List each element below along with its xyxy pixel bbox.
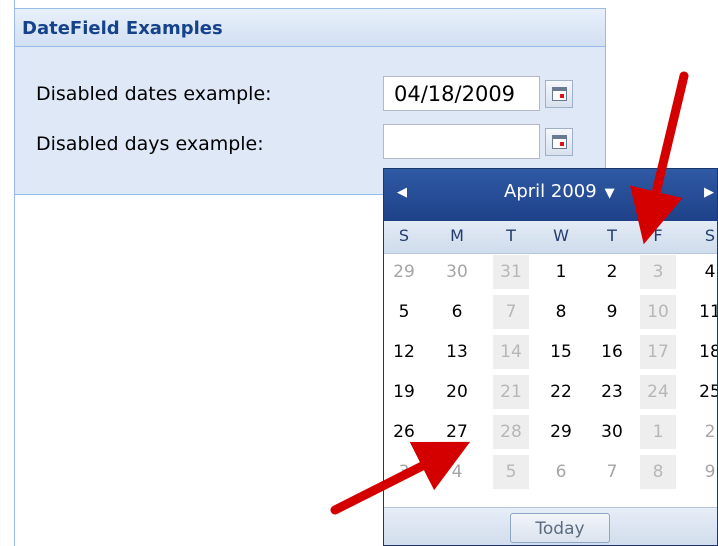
annotation-arrows <box>330 71 689 515</box>
annotation-arrow-down <box>630 71 689 245</box>
annotation-arrow-up <box>330 441 471 515</box>
